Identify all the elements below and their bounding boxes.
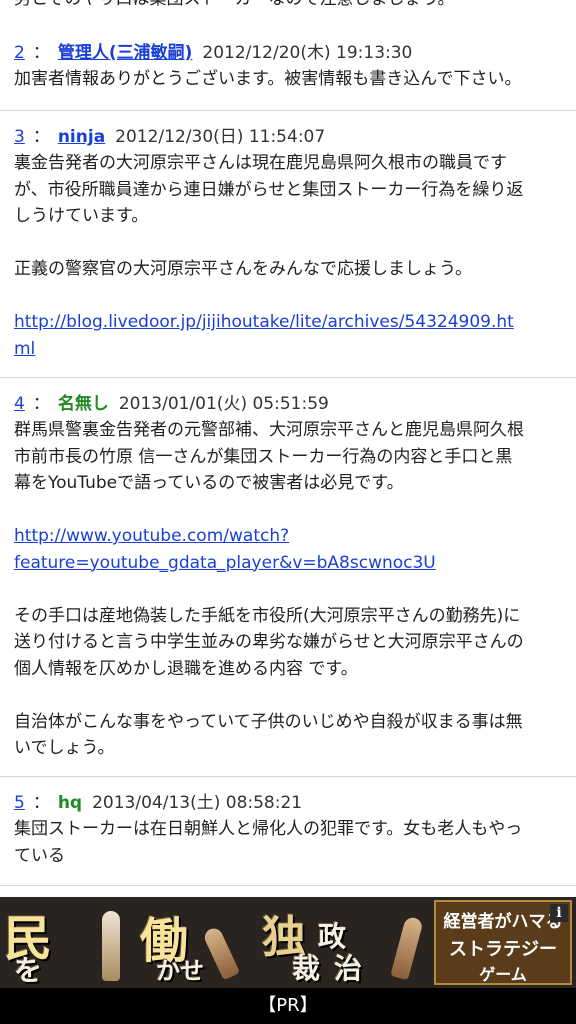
post-body: 裏金告発者の大河原宗平さんは現在鹿児島県阿久根市の職員です が、市役所職員達から… (14, 150, 562, 362)
ad-figure-icon (390, 915, 424, 981)
post-body: 集団ストーカーは在日朝鮮人と帰化人の犯罪です。女も老人もやっ ている (14, 816, 562, 869)
post-text-line: いでしょう。 (14, 738, 115, 758)
ad-char-wo: を (14, 954, 43, 987)
separator: ： (32, 127, 50, 147)
post-datetime: 2012/12/20(木) 19:13:30 (202, 43, 413, 63)
poster-name: hq (57, 793, 83, 813)
ad-info-icon[interactable]: i (550, 904, 568, 922)
post-5: 5 ： hq 2013/04/13(土) 08:58:21 集団ストーカーは在日朝鮮人… (0, 790, 576, 886)
post-text-line: 市前市長の竹原 信一さんが集団ストーカー行為の内容と手口と黒 (14, 446, 513, 467)
youtube-link[interactable]: http://www.youtube.com/watch? (14, 526, 289, 546)
post-number-link[interactable]: 5 (14, 793, 25, 813)
youtube-link-continued[interactable]: feature=youtube_gdata_player&v=bA8scwnoc… (14, 553, 436, 573)
post-datetime: 2013/01/01(火) 05:51:59 (118, 394, 329, 414)
post-2: 2 ： 管理人(三浦敏嗣) 2012/12/20(木) 19:13:30 加害者情報あ… (0, 40, 576, 111)
separator: ： (32, 394, 50, 414)
poster-name: 名無し (57, 394, 109, 414)
post-header: 2 ： 管理人(三浦敏嗣) 2012/12/20(木) 19:13:30 (14, 40, 562, 66)
post-text-line: 加害者情報ありがとうございます。被害情報も書き込んで下さい。 (14, 69, 522, 89)
post-3: 3 ： ninja 2012/12/30(日) 11:54:07 裏金告発者の大河原宗… (0, 124, 576, 378)
post-text-line: ている (14, 845, 65, 866)
ad-box-line: ゲーム (479, 965, 527, 984)
post-text-line: 裏金告発者の大河原宗平さんは現在鹿児島県阿久根市の職員です (14, 153, 507, 173)
separator: ： (32, 43, 50, 63)
post-text-line: 送り付けると言う中学生並みの卑劣な嫌がらせと大河原宗平さんの (14, 632, 524, 652)
post-number-link[interactable]: 4 (14, 394, 25, 414)
post-text-line: その手口は産地偽装した手紙を市役所(大河原宗平さんの勤務先)に (14, 605, 521, 626)
ad-strategy-game-box[interactable]: 経営者がハマる ストラテジー ゲーム i (434, 900, 572, 985)
post-4: 4 ： 名無し 2013/01/01(火) 05:51:59 群馬県警裏金告発者の元警… (0, 391, 576, 777)
post-header: 5 ： hq 2013/04/13(土) 08:58:21 (14, 790, 562, 816)
post-body: 加害者情報ありがとうございます。被害情報も書き込んで下さい。 (14, 66, 562, 93)
post-body: 群馬県警裏金告発者の元警部補、大河原宗平さんと鹿児島県阿久根 市前市長の竹原 信… (14, 417, 562, 762)
blog-link[interactable]: http://blog.livedoor.jp/jijihoutake/lite… (14, 312, 514, 332)
ad-figure-icon (102, 911, 120, 981)
post-text-line: 幕をYouTubeで語っているので被害者は必見です。 (14, 473, 404, 493)
ad-char-ji: 治 (334, 952, 363, 985)
post-text-line: 正義の警察官の大河原宗平さんをみんなで応援しましょう。 (14, 259, 472, 279)
ad-box-line: ストラテジー (449, 939, 557, 960)
post-datetime: 2012/12/30(日) 11:54:07 (115, 127, 326, 147)
post-number-link[interactable]: 3 (14, 127, 25, 147)
post-datetime: 2013/04/13(土) 08:58:21 (92, 793, 303, 813)
ad-figure-icon (201, 925, 241, 981)
ad-char-sai: 裁 (292, 952, 321, 985)
ad-banner[interactable]: 民 を 働 かせ 独 政 裁 治 経営者がハマる ストラテジー ゲーム i (0, 897, 576, 988)
post-text-line: 個人情報を仄めかし退職を進める内容 です。 (14, 658, 358, 679)
post-text-line: 群馬県警裏金告発者の元警部補、大河原宗平さんと鹿児島県阿久根 (14, 420, 524, 440)
post-header: 4 ： 名無し 2013/01/01(火) 05:51:59 (14, 391, 562, 417)
poster-name-link[interactable]: ninja (58, 127, 105, 147)
blog-link-continued[interactable]: ml (14, 339, 35, 359)
post-number-link[interactable]: 2 (14, 43, 25, 63)
top-snippet: 男とそのやり口は集団ストーカーなので注意しましょう。 (14, 0, 562, 12)
poster-name-link[interactable]: 管理人(三浦敏嗣) (58, 43, 193, 63)
post-text-line: が、市役所職員達から連日嫌がらせと集団ストーカー行為を繰り返 (14, 179, 524, 200)
separator: ： (32, 793, 50, 813)
ad-char-kase: かせ (156, 956, 204, 985)
post-text-line: 集団ストーカーは在日朝鮮人と帰化人の犯罪です。女も老人もやっ (14, 819, 523, 839)
post-text-line: 自治体がこんな事をやっていて子供のいじめや自殺が収まる事は無 (14, 711, 523, 732)
post-text-line: しうけています。 (14, 206, 149, 226)
post-header: 3 ： ninja 2012/12/30(日) 11:54:07 (14, 124, 562, 150)
ad-pr-label: 【PR】 (0, 988, 576, 1024)
